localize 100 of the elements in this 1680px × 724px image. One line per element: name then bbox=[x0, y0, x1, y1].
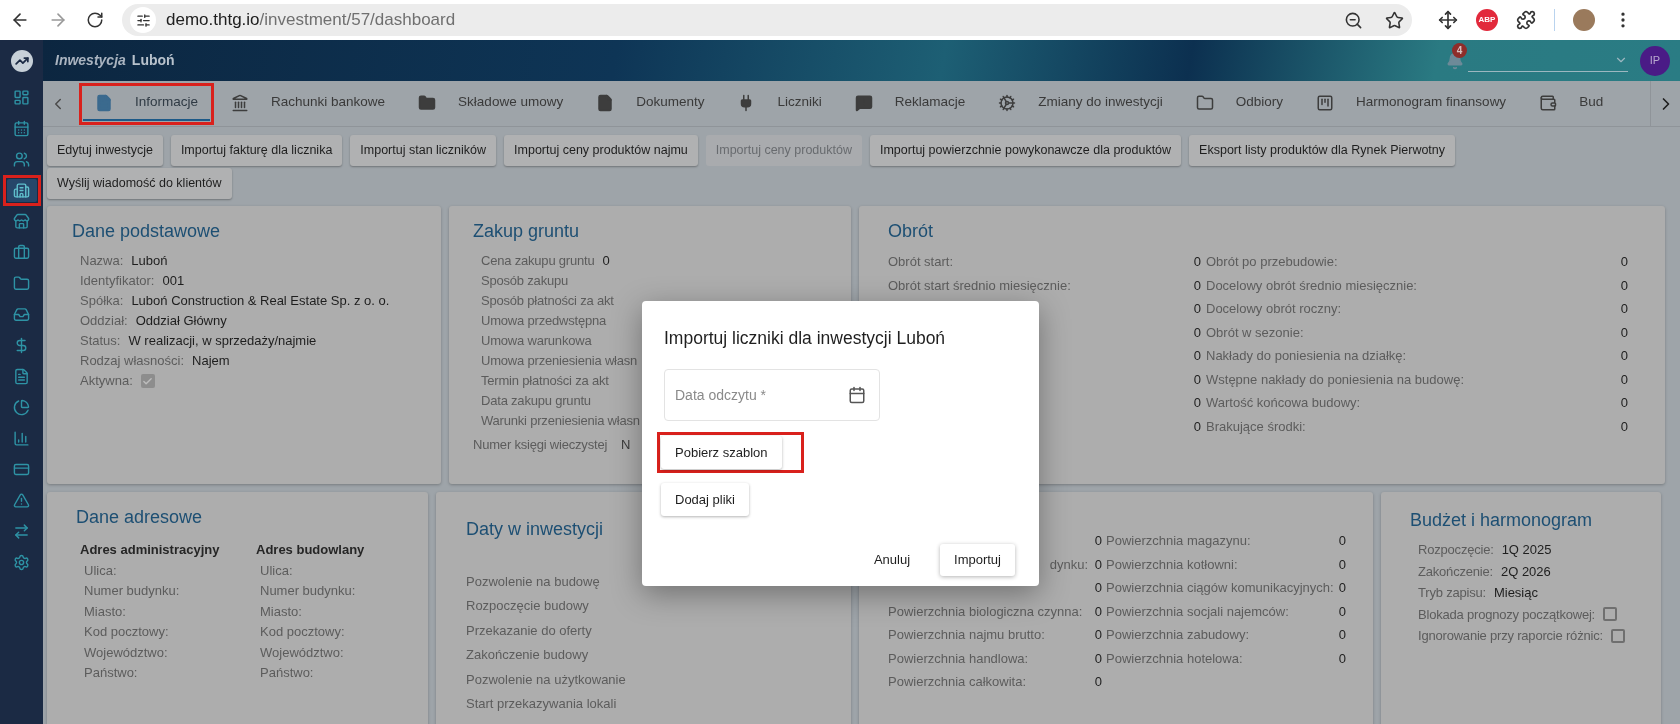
action-button[interactable]: Importuj stan liczników bbox=[350, 135, 497, 166]
tab[interactable]: Harmonogram finansowy bbox=[1304, 86, 1519, 121]
zoom-out-icon[interactable] bbox=[1344, 10, 1363, 30]
field-value: 0 bbox=[1193, 371, 1201, 387]
field-label: Start przekazywania lokali bbox=[466, 695, 617, 713]
tab[interactable]: Zmiany do inwestycji bbox=[986, 86, 1175, 121]
import-button[interactable]: Importuj bbox=[940, 544, 1015, 576]
field-value: 0 bbox=[1193, 395, 1201, 410]
field-label: Nazwa: bbox=[80, 252, 124, 271]
cancel-button[interactable]: Anuluj bbox=[865, 544, 919, 576]
tab[interactable]: Reklamacje bbox=[842, 86, 978, 121]
field-value: 0 bbox=[1094, 556, 1102, 572]
field-label: Zakończenie budowy bbox=[466, 646, 589, 664]
adblock-extension-icon[interactable]: ABP bbox=[1476, 9, 1498, 31]
field-label: Rozpoczęcie: bbox=[1418, 541, 1494, 559]
action-button[interactable]: Edytuj inwestycje bbox=[47, 135, 163, 166]
address-bar[interactable]: demo.thtg.io/investment/57/dashboard bbox=[122, 4, 1412, 36]
field-label: Brakujące środki: bbox=[1206, 417, 1306, 436]
tab[interactable]: Dokumenty bbox=[584, 86, 717, 121]
card-title: Obrót bbox=[888, 220, 935, 243]
field-value: 0 bbox=[1094, 674, 1102, 689]
field-value: 0 bbox=[1620, 277, 1628, 293]
date-field[interactable]: Data odczytu * bbox=[664, 369, 880, 422]
card-title: Budżet i harmonogram bbox=[1410, 509, 1594, 532]
column-heading: Adres administracyjny bbox=[80, 540, 220, 559]
field-label: Sposób zakupu bbox=[481, 272, 569, 291]
move-icon[interactable] bbox=[1438, 10, 1458, 30]
field-value: 0 bbox=[1094, 533, 1102, 548]
field-label: Aktywna: bbox=[80, 372, 133, 391]
card-title: Daty w inwestycji bbox=[466, 518, 605, 541]
inbox-icon bbox=[13, 306, 30, 323]
field-label: Państwo: bbox=[84, 664, 138, 682]
checkbox[interactable] bbox=[140, 374, 155, 388]
field-label: Obrót start średnio miesięcznie: bbox=[888, 276, 1071, 295]
field-label: Miasto: bbox=[260, 602, 302, 621]
field-label: Powierzchnia najmu brutto: bbox=[888, 626, 1045, 644]
action-button[interactable]: Wyślij wiadomość do klientów bbox=[47, 168, 232, 199]
warning-icon bbox=[13, 492, 30, 509]
field-value: 0 bbox=[1193, 418, 1201, 434]
extensions-icon[interactable] bbox=[1516, 10, 1536, 30]
checkbox[interactable] bbox=[1610, 628, 1625, 643]
building-icon bbox=[13, 182, 30, 199]
bookmark-star-icon[interactable] bbox=[1385, 10, 1404, 30]
calendar-icon[interactable] bbox=[848, 386, 866, 405]
field-label: Docelowy obrót średnio miesięcznie: bbox=[1206, 276, 1417, 295]
field-label: Obrót start: bbox=[888, 253, 954, 271]
field-label: Numer budynku: bbox=[84, 582, 180, 600]
tab[interactable]: Bud bbox=[1527, 86, 1616, 121]
tab[interactable]: Informacje bbox=[83, 86, 211, 121]
user-avatar[interactable]: IP bbox=[1640, 45, 1670, 76]
field-value: 0 bbox=[1620, 324, 1628, 340]
field-value: 0 bbox=[1094, 627, 1102, 642]
field-value: 0 bbox=[1094, 580, 1102, 595]
profile-avatar[interactable] bbox=[1573, 9, 1595, 31]
field-label: Numer budynku: bbox=[260, 582, 356, 600]
pie-chart-icon bbox=[13, 399, 30, 416]
field-value: W realizacji, w sprzedaży/najmie bbox=[128, 332, 317, 351]
action-button[interactable]: Importuj fakturę dla licznika bbox=[170, 135, 343, 166]
field-label: Oddział: bbox=[80, 312, 128, 331]
field-value: 0 bbox=[1338, 533, 1346, 548]
field-label: Powierzchnia handlowa: bbox=[888, 649, 1029, 668]
people-icon bbox=[13, 151, 30, 168]
field-value: 0 bbox=[1620, 254, 1628, 269]
field-label: Pozwolenie na użytkowanie bbox=[466, 670, 626, 689]
site-settings-icon[interactable] bbox=[135, 12, 151, 28]
field-label: dynku: bbox=[1049, 555, 1088, 574]
field-value: 0 bbox=[1338, 580, 1346, 595]
field-value: 1Q 2025 bbox=[1501, 541, 1552, 559]
field-value: 0 bbox=[1338, 603, 1346, 619]
field-label: Rodzaj własności: bbox=[80, 352, 185, 371]
action-button[interactable]: Importuj powierzchnie powykonawcze dla produktów bbox=[869, 135, 1182, 166]
tab[interactable]: Liczniki bbox=[725, 86, 834, 121]
field-value: Luboń bbox=[131, 252, 168, 271]
dialog-button[interactable]: Dodaj pliki bbox=[661, 483, 749, 517]
field-value: 0 bbox=[1620, 395, 1628, 410]
dialog-button[interactable]: Pobierz szablon bbox=[661, 436, 782, 470]
action-button[interactable]: Eksport listy produktów dla Rynek Pierwotny bbox=[1189, 135, 1456, 166]
action-button[interactable]: Importuj ceny produktów najmu bbox=[504, 135, 698, 166]
field-value: Luboń Construction & Real Estate Sp. z o. o. bbox=[131, 292, 390, 311]
field-label: Obrót w sezonie: bbox=[1206, 323, 1304, 342]
tab[interactable]: Składowe umowy bbox=[406, 86, 576, 121]
field-value: 0 bbox=[602, 252, 610, 271]
field-value: 0 bbox=[1620, 418, 1628, 434]
field-label: Przekazanie do oferty bbox=[466, 621, 592, 640]
field-label: Wstępne nakłady do poniesienia na budowę: bbox=[1206, 370, 1464, 389]
tab[interactable]: Rachunki bankowe bbox=[219, 86, 398, 121]
field-label: Sposób płatności za akt bbox=[481, 292, 614, 311]
field-label: Ulica: bbox=[84, 561, 117, 580]
tab[interactable]: Odbiory bbox=[1183, 86, 1296, 121]
field-label: Umowa przedwstępna bbox=[481, 312, 607, 331]
reload-icon[interactable] bbox=[86, 11, 104, 29]
check-icon bbox=[142, 375, 154, 387]
field-label: Powierzchnia ciągów komunikacyjnych: bbox=[1106, 579, 1334, 597]
dialog-title: Importuj liczniki dla inwestycji Luboń bbox=[664, 327, 947, 350]
field-label: Blokada prognozy początkowej: bbox=[1418, 605, 1596, 624]
field-value: 2Q 2026 bbox=[1500, 562, 1551, 581]
field-value: 001 bbox=[162, 272, 185, 291]
folder-icon bbox=[13, 275, 30, 292]
checkbox[interactable] bbox=[1603, 607, 1618, 622]
field-label: Numer księgi wieczystej bbox=[473, 436, 608, 455]
